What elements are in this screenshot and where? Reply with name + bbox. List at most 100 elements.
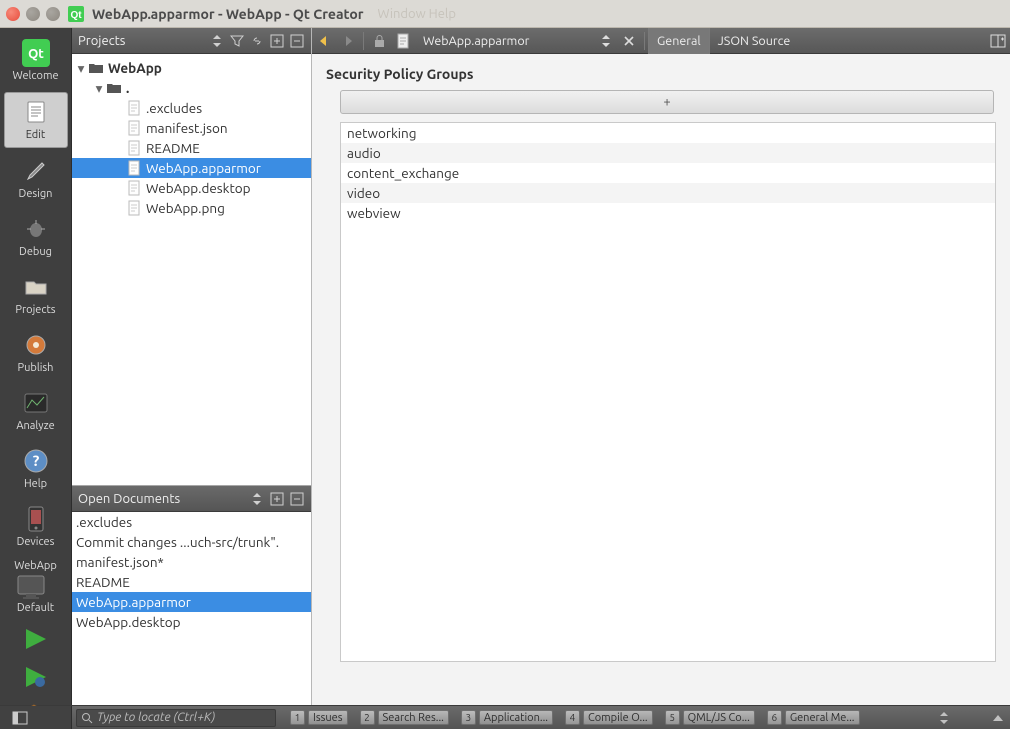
tree-folder-dot[interactable]: ▾ . [72, 78, 311, 98]
maximize-window-button[interactable] [46, 7, 60, 21]
chevron-up-icon[interactable] [990, 710, 1006, 726]
output-pane-tab[interactable]: 4Compile O... [561, 709, 657, 727]
tree-file[interactable]: manifest.json [72, 118, 311, 138]
tree-label: README [146, 140, 200, 156]
mode-help[interactable]: ? Help [4, 442, 68, 496]
locator-input[interactable]: Type to locate (Ctrl+K) [76, 709, 276, 727]
mode-edit[interactable]: Edit [4, 92, 68, 148]
policy-item[interactable]: video [341, 183, 995, 203]
file-selector-combo[interactable]: WebApp.apparmor [417, 31, 617, 51]
tree-label: WebApp.png [146, 200, 225, 216]
minimize-window-button[interactable] [26, 7, 40, 21]
output-pane-tab[interactable]: 1Issues [286, 709, 352, 727]
open-document-item[interactable]: manifest.json* [72, 552, 311, 572]
open-document-item[interactable]: .excludes [72, 512, 311, 532]
publish-disc-icon [19, 330, 53, 360]
lock-icon[interactable] [368, 30, 390, 52]
edit-document-icon [19, 97, 53, 127]
title-bar: Qt WebApp.apparmor - WebApp - Qt Creator… [0, 0, 1010, 28]
output-pane-tab[interactable]: 3Application... [457, 709, 557, 727]
policy-item[interactable]: content_exchange [341, 163, 995, 183]
mode-design[interactable]: Design [4, 152, 68, 206]
svg-text:?: ? [32, 452, 39, 469]
filter-icon[interactable] [229, 33, 245, 49]
project-tree[interactable]: ▾ WebApp ▾ . .excludes manifest.json READM… [72, 54, 311, 485]
locator-placeholder: Type to locate (Ctrl+K) [97, 711, 215, 724]
mode-label: Welcome [12, 70, 58, 82]
pane-number: 1 [290, 710, 305, 725]
pane-number: 6 [767, 710, 782, 725]
mode-projects[interactable]: Projects [4, 268, 68, 322]
policy-item[interactable]: webview [341, 203, 995, 223]
menu-bar-ghost: Window Help [378, 7, 456, 21]
tree-label: WebApp.desktop [146, 180, 251, 196]
editor-toolbar: WebApp.apparmor General JSON Source [312, 28, 1010, 54]
mode-label: Analyze [16, 420, 54, 432]
analyze-graph-icon [19, 388, 53, 418]
mode-label: Design [19, 188, 53, 200]
policy-item[interactable]: audio [341, 143, 995, 163]
updown-icon[interactable] [249, 491, 265, 507]
output-pane-tab[interactable]: 5QML/JS Co... [661, 709, 759, 727]
tree-file[interactable]: WebApp.png [72, 198, 311, 218]
projects-panel-title[interactable]: Projects [78, 34, 205, 48]
mode-publish[interactable]: Publish [4, 326, 68, 380]
design-pencil-icon [19, 156, 53, 186]
qt-welcome-icon: Qt [19, 38, 53, 68]
tree-file[interactable]: README [72, 138, 311, 158]
split-add-icon[interactable] [269, 33, 285, 49]
mode-analyze[interactable]: Analyze [4, 384, 68, 438]
toggle-sidebar-button[interactable] [0, 706, 72, 729]
folder-icon [88, 60, 104, 76]
close-window-button[interactable] [6, 7, 20, 21]
svg-text:Qt: Qt [70, 10, 82, 21]
collapse-icon[interactable]: ▾ [92, 80, 106, 97]
mode-devices[interactable]: Devices [4, 500, 68, 554]
file-icon [126, 140, 142, 156]
tree-project-root[interactable]: ▾ WebApp [72, 58, 311, 78]
link-icon[interactable] [249, 33, 265, 49]
open-documents-title[interactable]: Open Documents [78, 492, 245, 506]
add-policy-button[interactable]: + [340, 90, 994, 114]
kit-selector[interactable]: WebApp Default [14, 560, 57, 614]
open-document-item[interactable]: Commit changes ...uch-src/trunk". [72, 532, 311, 552]
updown-icon[interactable] [209, 33, 225, 49]
qt-logo-icon: Qt [68, 6, 84, 22]
file-icon [126, 200, 142, 216]
nav-back-button[interactable] [313, 30, 335, 52]
policy-item[interactable]: networking [341, 123, 995, 143]
file-icon [126, 160, 142, 176]
tab-general[interactable]: General [648, 28, 709, 54]
updown-icon [601, 35, 611, 47]
mode-debug[interactable]: Debug [4, 210, 68, 264]
section-heading: Security Policy Groups [326, 66, 996, 82]
pane-number: 3 [461, 710, 476, 725]
open-document-item[interactable]: WebApp.apparmor [72, 592, 311, 612]
editor-body: Security Policy Groups + networkingaudio… [312, 54, 1010, 705]
open-document-item[interactable]: WebApp.desktop [72, 612, 311, 632]
split-editor-button[interactable] [987, 30, 1009, 52]
pane-number: 5 [665, 710, 680, 725]
tab-json-source[interactable]: JSON Source [709, 28, 799, 54]
split-add-icon[interactable] [269, 491, 285, 507]
tree-label: .excludes [146, 100, 202, 116]
close-document-button[interactable] [618, 30, 640, 52]
collapse-icon[interactable]: ▾ [74, 60, 88, 77]
nav-forward-button[interactable] [337, 30, 359, 52]
tree-file[interactable]: WebApp.apparmor [72, 158, 311, 178]
tree-file[interactable]: WebApp.desktop [72, 178, 311, 198]
output-pane-tab[interactable]: 6General Me... [763, 709, 864, 727]
window-buttons [6, 7, 60, 21]
folder-icon [106, 80, 122, 96]
split-close-icon[interactable] [289, 33, 305, 49]
open-document-item[interactable]: README [72, 572, 311, 592]
debug-run-button[interactable] [20, 664, 52, 690]
open-documents-list[interactable]: .excludesCommit changes ...uch-src/trunk… [72, 512, 311, 705]
policy-group-list[interactable]: networkingaudiocontent_exchangevideowebv… [340, 122, 996, 662]
run-button[interactable] [20, 626, 52, 652]
tree-file[interactable]: .excludes [72, 98, 311, 118]
output-pane-tab[interactable]: 2Search Res... [356, 709, 453, 727]
updown-icon[interactable] [936, 710, 952, 726]
mode-welcome[interactable]: Qt Welcome [4, 34, 68, 88]
split-close-icon[interactable] [289, 491, 305, 507]
